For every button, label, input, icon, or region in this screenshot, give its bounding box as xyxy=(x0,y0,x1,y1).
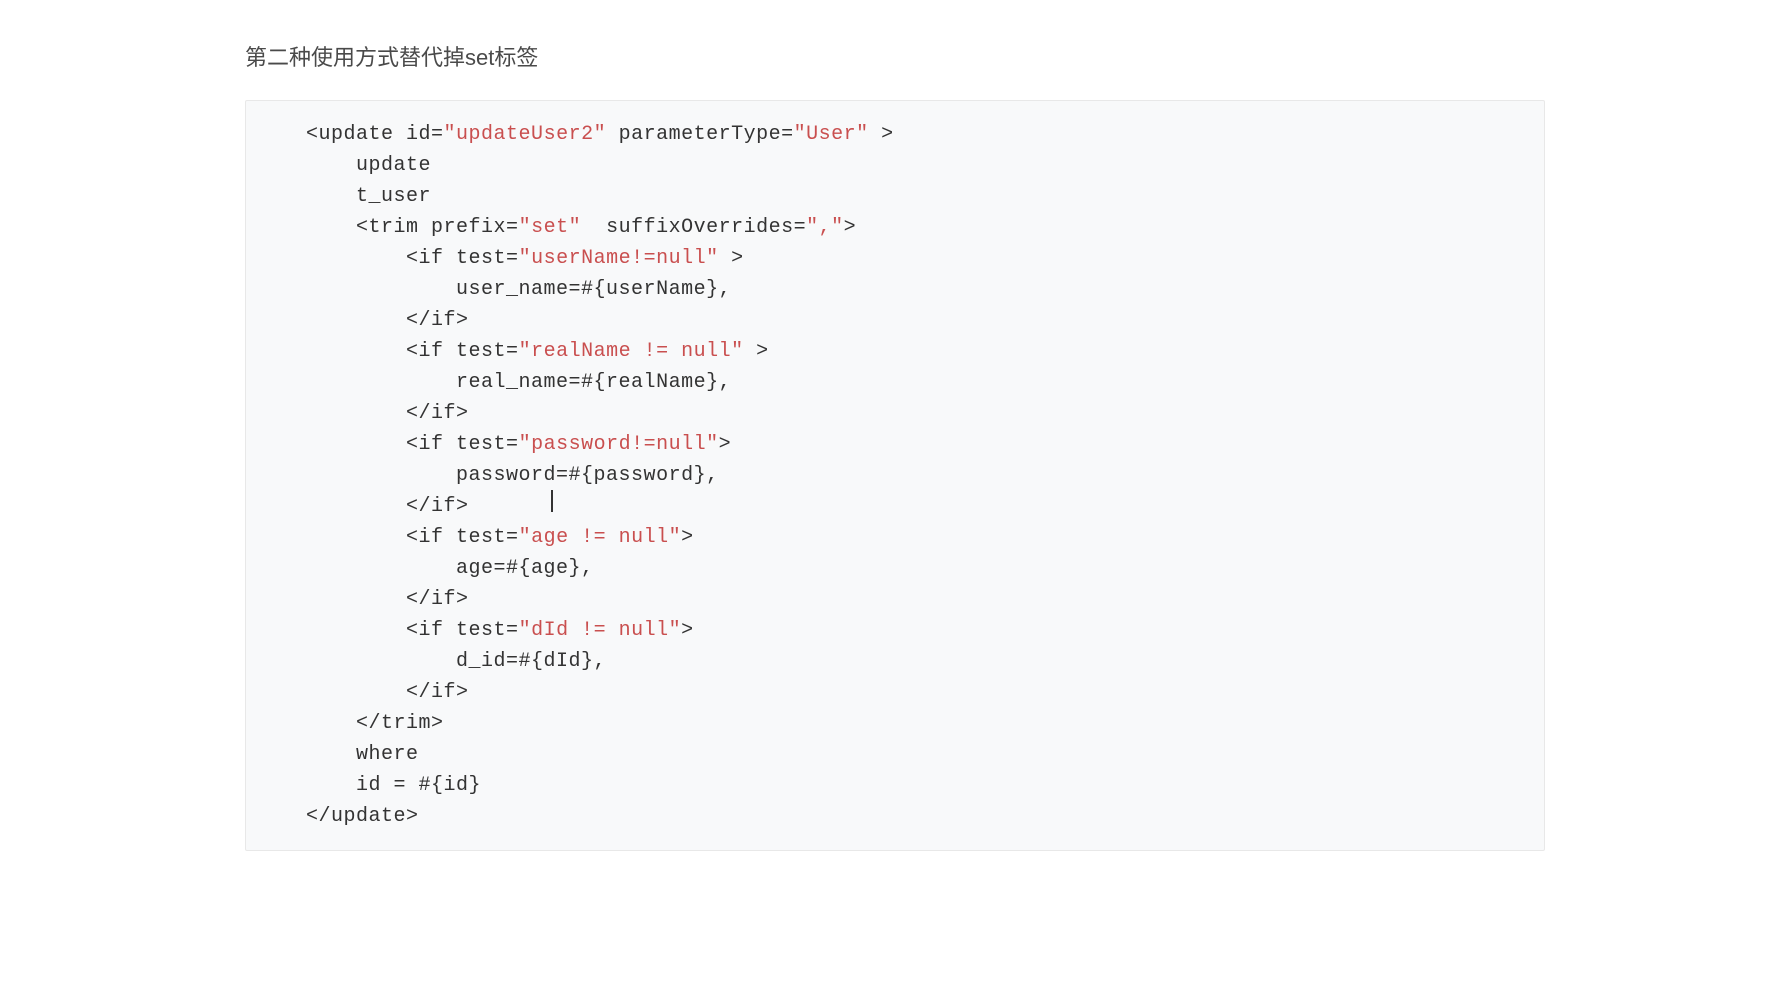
text-cursor-icon xyxy=(551,490,553,512)
code-line: <if test="userName!=null" > xyxy=(306,243,1484,274)
code-line: </if> xyxy=(306,491,1484,522)
code-line: </trim> xyxy=(306,708,1484,739)
code-line: <if test="password!=null"> xyxy=(306,429,1484,460)
code-line: real_name=#{realName}, xyxy=(306,367,1484,398)
code-line: user_name=#{userName}, xyxy=(306,274,1484,305)
code-line: <trim prefix="set" suffixOverrides=","> xyxy=(306,212,1484,243)
code-line: update xyxy=(306,150,1484,181)
code-line: where xyxy=(306,739,1484,770)
code-line: t_user xyxy=(306,181,1484,212)
code-line: <if test="realName != null" > xyxy=(306,336,1484,367)
code-line: id = #{id} xyxy=(306,770,1484,801)
code-line: d_id=#{dId}, xyxy=(306,646,1484,677)
code-line: </if> xyxy=(306,398,1484,429)
code-line: </if> xyxy=(306,584,1484,615)
code-line: age=#{age}, xyxy=(306,553,1484,584)
document-container: 第二种使用方式替代掉set标签 <update id="updateUser2"… xyxy=(165,40,1625,851)
code-line: </if> xyxy=(306,305,1484,336)
code-line: <if test="age != null"> xyxy=(306,522,1484,553)
code-block: <update id="updateUser2" parameterType="… xyxy=(245,100,1545,851)
code-line: </if> xyxy=(306,677,1484,708)
code-line: </update> xyxy=(306,801,1484,832)
code-line: <if test="dId != null"> xyxy=(306,615,1484,646)
code-line: <update id="updateUser2" parameterType="… xyxy=(306,119,1484,150)
section-heading: 第二种使用方式替代掉set标签 xyxy=(245,40,1545,72)
code-line: password=#{password}, xyxy=(306,460,1484,491)
